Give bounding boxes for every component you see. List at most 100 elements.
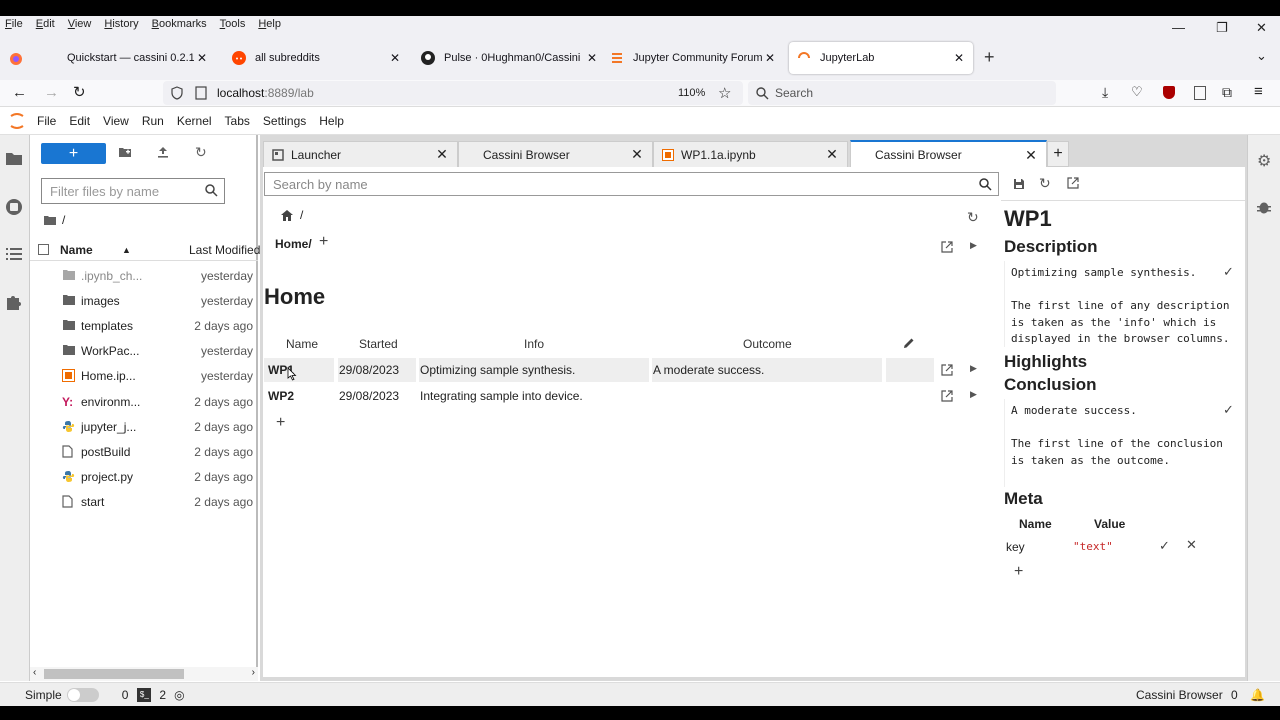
column-name-header[interactable]: Name [60,243,93,257]
browser-menu-file[interactable]: File [5,18,23,30]
column-modified-header[interactable]: Last Modified [189,243,260,257]
jupyter-menu-file[interactable]: File [34,114,64,128]
add-tab-icon[interactable]: + [1047,141,1069,167]
file-list-item[interactable]: templates 2 days ago [30,313,258,338]
edit-columns-pencil-icon[interactable] [903,337,915,349]
browser-menu-tools[interactable]: Tools [220,18,246,30]
open-external-icon[interactable] [941,241,953,253]
browser-path-root[interactable]: / [300,208,303,222]
browser-search-input[interactable]: Search by name [264,172,999,196]
close-tab-icon[interactable]: ✕ [1024,147,1038,164]
refresh-icon[interactable]: ↻ [967,209,979,226]
page-icon[interactable] [195,86,209,100]
browser-tab-forum[interactable]: Jupyter Community Forum - A p ✕ [602,42,784,74]
close-window-icon[interactable]: ✕ [1256,20,1267,36]
table-of-contents-icon[interactable] [5,246,25,266]
notifications-count[interactable]: 0 [1231,688,1238,702]
file-list-item[interactable]: Home.ip... yesterday [30,364,258,389]
web-search-bar[interactable]: Search [748,81,1056,105]
tab-cassini-browser-1[interactable]: Cassini Browser ✕ [458,141,653,167]
simple-mode-toggle[interactable] [66,687,99,702]
jupyter-menu-tabs[interactable]: Tabs [222,114,258,128]
close-tab-icon[interactable]: ✕ [825,146,839,163]
tab-cassini-browser-2[interactable]: Cassini Browser ✕ [850,140,1047,168]
jupyter-menu-view[interactable]: View [100,114,137,128]
browser-menu-history[interactable]: History [104,18,138,30]
browser-menu-edit[interactable]: Edit [36,18,55,30]
pocket-icon[interactable]: ♡ [1131,84,1143,100]
meta-value[interactable]: "text" [1073,540,1113,553]
minimize-icon[interactable]: — [1172,20,1185,35]
terminals-count[interactable]: 0 [122,688,129,702]
column-header-name[interactable]: Name [286,337,318,351]
save-icon[interactable] [1013,178,1025,190]
debugger-bug-icon[interactable] [1257,199,1271,215]
forward-icon[interactable]: → [44,84,59,101]
file-list-item[interactable]: postBuild 2 days ago [30,439,258,464]
close-tab-icon[interactable]: ✕ [387,51,403,65]
table-row[interactable]: WP1 29/08/2023 Optimizing sample synthes… [264,358,984,382]
file-list-item[interactable]: Y: environm... 2 days ago [30,389,258,414]
extension-puzzle-icon[interactable] [5,293,25,313]
tab-notebook-wp1[interactable]: WP1.1a.ipynb ✕ [653,141,848,167]
confirm-check-icon[interactable]: ✓ [1223,264,1234,280]
file-list-item[interactable]: start 2 days ago [30,490,258,515]
bookmark-star-icon[interactable]: ☆ [718,84,731,102]
property-inspector-gear-icon[interactable]: ⚙ [1257,151,1271,171]
zoom-level[interactable]: 110% [678,87,705,99]
url-bar[interactable]: localhost:8889/lab 110% ☆ [163,81,743,105]
confirm-check-icon[interactable]: ✓ [1223,402,1234,418]
new-folder-icon[interactable] [118,146,134,162]
reload-icon[interactable]: ↻ [73,83,86,101]
breadcrumb-home[interactable]: Home/ [275,237,312,251]
notification-bell-icon[interactable]: 🔔 [1250,688,1265,702]
sort-ascending-icon[interactable]: ▲ [122,245,131,255]
kernel-status-icon[interactable]: ◎ [174,688,184,702]
conclusion-text[interactable]: A moderate success. The first line of th… [1004,399,1242,487]
browser-tab-github[interactable]: Pulse · 0Hughman0/Cassini ✕ [413,42,606,74]
scroll-right-icon[interactable]: › [252,667,255,678]
browser-menu-bookmarks[interactable]: Bookmarks [152,18,207,30]
open-external-icon[interactable] [1067,177,1079,189]
add-meta-button[interactable]: + [1014,563,1023,581]
table-row[interactable]: WP2 29/08/2023 Integrating sample into d… [264,384,984,408]
browser-tab-quickstart[interactable]: Quickstart — cassini 0.2.1 documen ✕ [36,42,216,74]
close-tab-icon[interactable]: ✕ [630,146,644,163]
jupyter-menu-kernel[interactable]: Kernel [174,114,220,128]
close-tab-icon[interactable]: ✕ [435,146,449,163]
reader-icon[interactable] [1194,86,1206,100]
column-header-outcome[interactable]: Outcome [743,337,792,351]
close-tab-icon[interactable]: ✕ [951,51,967,65]
expand-caret-icon[interactable]: ▶ [970,389,977,400]
shield-icon[interactable] [171,86,185,100]
add-child-icon[interactable]: + [319,233,328,251]
close-tab-icon[interactable]: ✕ [194,51,210,65]
row-name[interactable]: WP2 [268,389,294,403]
horizontal-scrollbar[interactable]: ‹ › [30,667,258,681]
download-icon[interactable]: ⤓ [1102,84,1108,101]
confirm-check-icon[interactable]: ✓ [1159,538,1170,554]
jupyter-menu-run[interactable]: Run [139,114,172,128]
browser-menu-help[interactable]: Help [258,18,281,30]
running-sessions-icon[interactable] [5,198,25,218]
expand-caret-icon[interactable]: ▶ [970,240,977,251]
open-external-icon[interactable] [941,364,953,376]
refresh-icon[interactable]: ↻ [1039,175,1051,192]
close-tab-icon[interactable]: ✕ [762,51,778,65]
extensions-icon[interactable]: ⧉ [1222,84,1232,101]
delete-x-icon[interactable]: ✕ [1186,537,1197,553]
expand-caret-icon[interactable]: ▶ [970,363,977,374]
file-list-item[interactable]: jupyter_j... 2 days ago [30,414,258,439]
file-list-item[interactable]: project.py 2 days ago [30,465,258,490]
tab-list-icon[interactable] [9,52,23,66]
select-all-checkbox[interactable] [38,244,49,255]
description-text[interactable]: Optimizing sample synthesis. The first l… [1004,261,1242,347]
close-tab-icon[interactable]: ✕ [584,51,600,65]
refresh-icon[interactable]: ↻ [195,145,211,162]
tab-launcher[interactable]: Launcher ✕ [263,141,458,167]
home-icon[interactable] [280,209,294,222]
kernels-count[interactable]: 2 [159,688,166,702]
file-filter-input[interactable]: Filter files by name [41,178,225,204]
jupyter-menu-settings[interactable]: Settings [260,114,314,128]
jupyter-menu-help[interactable]: Help [316,114,352,128]
